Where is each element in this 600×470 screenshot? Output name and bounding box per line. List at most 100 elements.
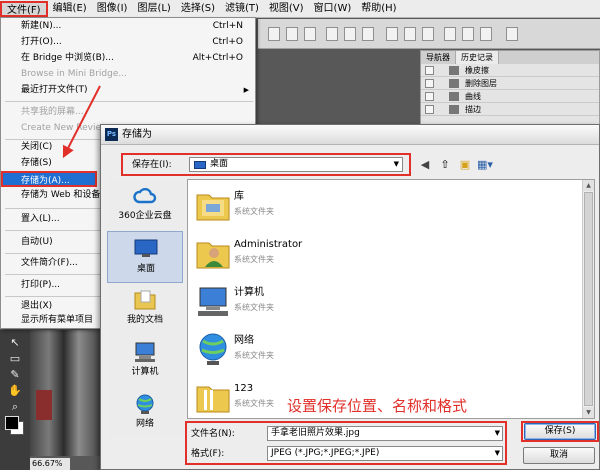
save-button[interactable]: 保存(S) — [524, 423, 596, 440]
place-cloud-drive[interactable]: 360企业云盘 — [107, 179, 183, 231]
list-item[interactable]: Administrator 系统文件夹 — [194, 232, 494, 276]
menu-separator — [5, 101, 253, 102]
list-item[interactable]: 网络 系统文件夹 — [194, 328, 494, 372]
snapshot-checkbox[interactable] — [425, 66, 434, 75]
document-canvas[interactable] — [30, 330, 105, 456]
align-option-icon[interactable] — [304, 27, 316, 41]
menu-item-label: 打印(P)... — [21, 280, 61, 290]
align-option-icon[interactable] — [362, 27, 374, 41]
up-folder-icon[interactable]: ⇧ — [437, 157, 453, 173]
menu-item-label: 文件简介(F)... — [21, 258, 78, 268]
list-item[interactable]: 库 系统文件夹 — [194, 184, 494, 228]
scroll-up-icon[interactable]: ▲ — [583, 180, 594, 191]
eraser-icon — [449, 66, 459, 75]
pen-tool-icon[interactable]: ✎ — [8, 368, 22, 382]
marquee-tool-icon[interactable]: ▭ — [8, 352, 22, 366]
distribute-option-icon[interactable] — [480, 27, 492, 41]
snapshot-checkbox[interactable] — [425, 79, 434, 88]
dialog-nav-toolbar: ◀ ⇧ ▣ ▦▾ — [417, 157, 493, 173]
cancel-button[interactable]: 取消 — [523, 447, 595, 464]
menubar: 文件(F) 编辑(E) 图像(I) 图层(L) 选择(S) 滤镜(T) 视图(V… — [0, 0, 600, 18]
place-my-documents[interactable]: 我的文档 — [107, 283, 183, 335]
hand-tool-icon[interactable]: ✋ — [8, 384, 22, 398]
history-item[interactable]: 删除图层 — [421, 77, 599, 90]
scroll-down-icon[interactable]: ▼ — [583, 407, 594, 418]
scrollbar-thumb[interactable] — [584, 192, 593, 406]
menu-item-share-screen: 共享我的屏幕... — [1, 104, 255, 120]
place-label: 我的文档 — [126, 315, 163, 325]
file-name: Administrator — [234, 239, 303, 250]
distribute-option-icon[interactable] — [386, 27, 398, 41]
menu-shortcut: Ctrl+N — [212, 21, 243, 31]
menu-file[interactable]: 文件(F) — [0, 0, 48, 17]
menu-filter[interactable]: 滤镜(T) — [220, 1, 264, 17]
tab-navigator[interactable]: 导航器 — [421, 51, 456, 64]
menu-item-label: 存储为 Web 和设备所 — [21, 190, 110, 200]
desktop-icon — [194, 161, 206, 169]
chevron-down-icon[interactable]: ▼ — [495, 447, 500, 460]
menu-image[interactable]: 图像(I) — [92, 1, 133, 17]
foreground-color-swatch[interactable] — [5, 416, 19, 430]
dialog-title-bar[interactable]: Ps 存储为 — [101, 125, 599, 145]
filename-input[interactable]: 手拿老旧照片效果.jpg ▼ — [267, 426, 503, 441]
places-bar: 360企业云盘 桌面 我的文档 计算机 网络 — [107, 179, 183, 437]
menu-item-recent[interactable]: 最近打开文件(T) ▶ — [1, 82, 255, 98]
dialog-title: 存储为 — [122, 129, 152, 140]
menu-help[interactable]: 帮助(H) — [356, 1, 401, 17]
chevron-down-icon: ▼ — [393, 160, 399, 168]
align-option-icon[interactable] — [268, 27, 280, 41]
folder-icon — [196, 386, 230, 413]
menu-item-browse-bridge[interactable]: 在 Bridge 中浏览(B)... Alt+Ctrl+O — [1, 50, 255, 66]
menu-window[interactable]: 窗口(W) — [309, 1, 357, 17]
computer-icon — [135, 342, 155, 362]
move-tool-icon[interactable]: ↖ — [8, 336, 22, 350]
file-name: 123 — [234, 383, 254, 394]
menu-view[interactable]: 视图(V) — [264, 1, 309, 17]
menu-item-open[interactable]: 打开(O)... Ctrl+O — [1, 34, 255, 50]
panel-tabs: 导航器 历史记录 — [421, 51, 599, 64]
curves-icon — [449, 92, 459, 101]
network-globe-icon — [199, 333, 227, 365]
zoom-level[interactable]: 66.67% — [30, 458, 70, 470]
menu-edit[interactable]: 编辑(E) — [48, 1, 92, 17]
distribute-option-icon[interactable] — [444, 27, 456, 41]
place-desktop[interactable]: 桌面 — [107, 231, 183, 283]
history-item[interactable]: 橡皮擦 — [421, 64, 599, 77]
file-name: 网络 — [234, 335, 254, 346]
place-label: 计算机 — [131, 367, 159, 377]
align-option-icon[interactable] — [326, 27, 338, 41]
format-value: JPEG (*.JPG;*.JPEG;*.JPE) — [271, 448, 380, 458]
distribute-option-icon[interactable] — [422, 27, 434, 41]
list-item[interactable]: 计算机 系统文件夹 — [194, 280, 494, 324]
annotation-text: 设置保存位置、名称和格式 — [287, 397, 468, 415]
format-select[interactable]: JPEG (*.JPG;*.JPEG;*.JPE) ▼ — [267, 446, 503, 461]
zoom-tool-icon[interactable]: ⌕ — [8, 400, 22, 414]
menu-select[interactable]: 选择(S) — [176, 1, 220, 17]
network-globe-icon — [136, 394, 154, 414]
save-in-row: 保存在(I): 桌面 ▼ — [121, 153, 411, 176]
back-icon[interactable]: ◀ — [417, 157, 433, 173]
menu-layer[interactable]: 图层(L) — [132, 1, 175, 17]
align-option-icon[interactable] — [344, 27, 356, 41]
history-item[interactable]: 曲线 — [421, 90, 599, 103]
menu-item-new[interactable]: 新建(N)... Ctrl+N — [1, 18, 255, 34]
menu-item-save-as[interactable]: 存储为(A)... — [1, 171, 97, 187]
menu-item-label: 存储(S) — [21, 158, 52, 168]
history-item[interactable]: 描边 — [421, 103, 599, 116]
snapshot-checkbox[interactable] — [425, 92, 434, 101]
new-folder-icon[interactable]: ▣ — [457, 157, 473, 173]
view-menu-icon[interactable]: ▦▾ — [477, 157, 493, 173]
snapshot-checkbox[interactable] — [425, 105, 434, 114]
align-option-icon[interactable] — [286, 27, 298, 41]
place-network[interactable]: 网络 — [107, 387, 183, 439]
save-in-dropdown[interactable]: 桌面 ▼ — [189, 157, 403, 172]
stroke-icon — [449, 105, 459, 114]
auto-align-icon[interactable] — [506, 27, 518, 41]
place-computer[interactable]: 计算机 — [107, 335, 183, 387]
chevron-down-icon[interactable]: ▼ — [495, 427, 500, 440]
distribute-option-icon[interactable] — [462, 27, 474, 41]
menu-item-label: 存储为(A)... — [21, 176, 70, 186]
file-list-scrollbar[interactable]: ▲ ▼ — [582, 180, 594, 418]
distribute-option-icon[interactable] — [404, 27, 416, 41]
tab-history[interactable]: 历史记录 — [456, 51, 499, 64]
